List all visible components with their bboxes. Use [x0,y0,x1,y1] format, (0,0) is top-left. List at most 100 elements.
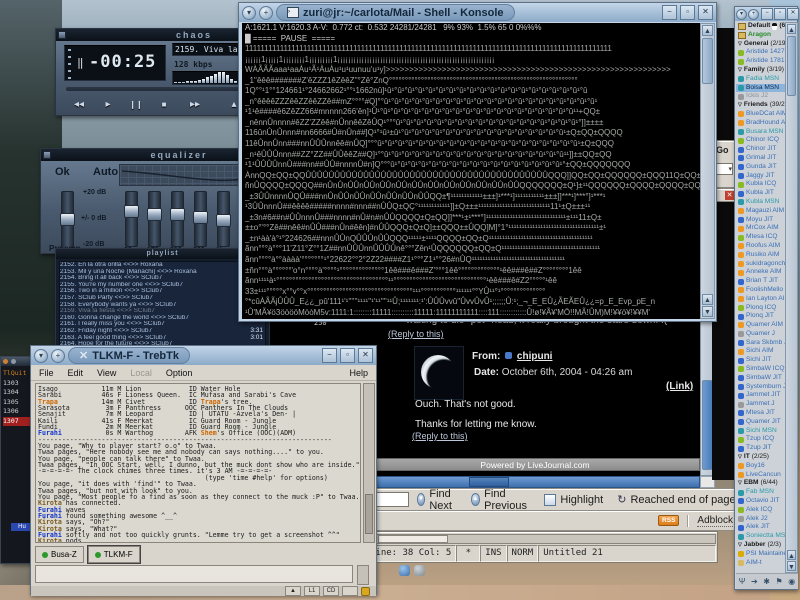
contact-item[interactable]: PSI Maintainer [736,550,785,559]
konsole-stick-button[interactable]: ▾ [242,6,256,20]
eq-band-thumb[interactable] [193,211,208,224]
contact-item[interactable]: LiveCancun [736,471,785,480]
contact-item[interactable]: Grimal JIT [736,154,785,163]
mud-stick-button[interactable]: ▾ [34,349,48,363]
scroll-down-arrow[interactable]: ▼ [702,306,713,317]
contact-item[interactable]: SimbaW JIT [736,374,785,383]
status-box-▲[interactable]: ▲ [285,586,301,596]
flag-icon[interactable]: ⚑ [776,577,783,586]
mud-maximize-button[interactable]: ▫ [340,348,355,363]
mud-titlebar[interactable]: ▾ + ✕TLKM-F - TrebTk − ▫ ✕ [31,346,376,365]
playlist-entry[interactable]: 2157. SClub Party <<>> SClub7 [60,295,265,302]
tray-icon-gray[interactable] [414,565,425,576]
mud-plus-button[interactable]: + [51,349,65,363]
find-next-button[interactable]: ▾Find Next [417,488,457,511]
menu-local[interactable]: Local [130,368,152,378]
contact-item[interactable]: Jammet J [736,400,785,409]
contact-item[interactable]: Roofus AIM [736,242,785,251]
contact-item[interactable]: MrCox AIM [736,224,785,233]
mud-input-area[interactable] [35,565,353,583]
contact-item[interactable]: Busara MSN [736,128,785,137]
playlist-entry[interactable]: 2154. Bring it all back <<>> SClub7 [60,275,265,282]
preamp-slider[interactable] [61,191,74,249]
status-box-L1[interactable]: L1 [304,586,320,596]
contact-item[interactable]: Moyu JIT [736,216,785,225]
contact-item[interactable]: Sichi MSN [736,427,785,436]
contact-item[interactable]: FoolishMello [736,286,785,295]
contact-item[interactable]: Plonq JIT [736,312,785,321]
contact-item[interactable]: Alek ICQ [736,506,785,515]
playlist-entry[interactable]: 2155. You're my number one <<>> SClub7 [60,282,265,289]
mini-shade-icon[interactable] [11,359,16,364]
contact-item[interactable]: Boy16 [736,462,785,471]
scroll-up-arrow[interactable]: ▲ [702,25,713,36]
contact-group[interactable]: ▽Family(3/19) [736,66,785,75]
mud-text-area[interactable]: Isago 11m M Lion ID Water HoleSarabi 46s… [35,383,361,543]
contacts-scroll-up-2[interactable]: ▲ [787,550,796,560]
gear-icon[interactable]: ✱ [763,577,770,586]
contact-item[interactable]: Kubla JIT [736,189,785,198]
stop-button[interactable]: ■ [150,100,178,109]
status-box-CD[interactable]: CD [323,586,339,596]
lj-footer-bar[interactable]: Powered by LiveJournal.com [370,458,700,471]
mud-vscroll-thumb[interactable] [365,494,373,534]
go-button[interactable]: Go [716,145,729,155]
next-button[interactable]: ▸▸ [178,99,212,110]
contact-group[interactable]: ▽EBM(6/44) [736,479,785,488]
contact-item[interactable]: Sichi JIT [736,356,785,365]
mini-close-icon[interactable] [3,359,8,364]
konsole-close-button[interactable]: ✕ [698,5,713,20]
eq-band-thumb[interactable] [216,214,231,227]
editor-hscrollbar[interactable]: ◂ [365,534,716,544]
contact-item[interactable]: Quamer J [736,330,785,339]
contact-item[interactable]: Quamer JIT [736,418,785,427]
signal-icon[interactable]: Ψ [739,577,746,586]
contacts-plus-button[interactable]: + [748,9,759,20]
userpic-avatar[interactable] [414,346,464,400]
contact-item[interactable]: Tzup JIT [736,444,785,453]
contacts-close-button[interactable]: ✕ [787,8,799,20]
playlist-entry[interactable]: 2161. I really miss you <<>> SClub7 [60,321,265,328]
terminal-screen[interactable]: A:1621.1 V:1620.3 A-V: 0.772 ct: 0.532 2… [242,23,700,319]
rss-badge[interactable]: RSS [658,515,679,526]
contact-group[interactable]: ▽Jabber(2/3) [736,541,785,550]
contact-item[interactable]: Magauzi AIM [736,207,785,216]
menu-edit[interactable]: Edit [68,368,84,378]
konsole-scrollbar[interactable]: ▲ ▲ ▼ [700,23,715,319]
playlist-entry[interactable]: 2158. Everybody wants ya <<>> SClub7 [60,302,265,309]
contact-item[interactable]: Octavio JIT [736,497,785,506]
contact-item[interactable]: Aristide 14278 [736,48,785,57]
dropdown-arrow-icon[interactable]: ▾ [715,163,733,175]
contact-item[interactable]: Quamer AIM [736,321,785,330]
menu-help[interactable]: Help [349,368,368,378]
contact-item[interactable]: Anneke AIM [736,268,785,277]
contacts-stick-button[interactable]: ▾ [736,9,747,20]
contact-item[interactable]: Rusiko AIM [736,251,785,260]
author-link[interactable]: chipuni [517,351,553,362]
contact-item[interactable]: Aragon [736,31,785,40]
contact-item[interactable]: Kubla MSN [736,198,785,207]
contacts-scroll-up[interactable]: ▲ [787,24,796,34]
contact-item[interactable]: Systemburn JIT [736,383,785,392]
contact-item[interactable]: Plonq ICQ [736,304,785,313]
hand-icon[interactable]: ➔ [751,577,758,586]
eq-on-button[interactable]: Ok [55,166,70,178]
contact-item[interactable]: SimbaW ICQ [736,365,785,374]
reply-link[interactable]: (Reply to this) [388,329,444,339]
contacts-scrollbar[interactable]: ▲ ▲ ▼ [785,22,798,573]
eq-band-thumb[interactable] [170,208,185,221]
pause-button[interactable]: ❙❙ [122,100,150,109]
contact-group[interactable]: ▽IT(2/25) [736,453,785,462]
contact-item[interactable]: Tzup ICQ [736,435,785,444]
contacts-scroll-thumb[interactable] [787,36,796,96]
filename-field[interactable]: Untitled 21 [538,545,716,562]
preamp-thumb[interactable] [60,213,75,226]
contacts-minimize-button[interactable]: − [761,8,773,20]
mud-input-scrollbar[interactable] [357,565,369,585]
contact-item[interactable]: BradHound A.. [736,119,785,128]
contact-group[interactable]: ▽General(2/19) [736,40,785,49]
contact-item[interactable]: Fab MSN [736,488,785,497]
contact-item[interactable]: Chinor ICQ [736,136,785,145]
contact-item[interactable]: Mtesa JIT [736,409,785,418]
playlist-entry[interactable]: 2159. Viva la fiesta <<>> SClub7 [60,308,265,315]
